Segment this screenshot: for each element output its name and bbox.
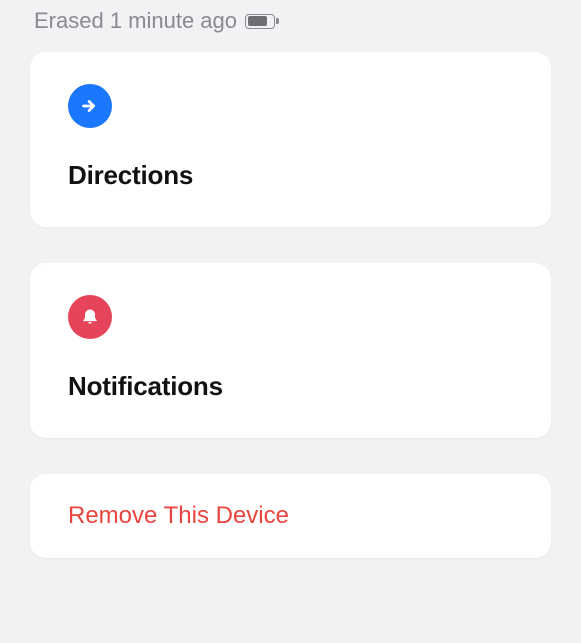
battery-icon	[245, 14, 279, 29]
remove-device-label: Remove This Device	[68, 502, 289, 529]
bell-icon	[68, 295, 112, 339]
device-panel: Erased 1 minute ago Directions Notificat…	[0, 0, 581, 578]
notifications-card[interactable]: Notifications	[30, 263, 551, 438]
erased-status-text: Erased 1 minute ago	[34, 8, 237, 34]
directions-icon	[68, 84, 112, 128]
directions-card[interactable]: Directions	[30, 52, 551, 227]
directions-title: Directions	[68, 160, 513, 191]
notifications-title: Notifications	[68, 371, 513, 402]
remove-device-button[interactable]: Remove This Device	[30, 474, 551, 558]
status-row: Erased 1 minute ago	[30, 0, 551, 52]
